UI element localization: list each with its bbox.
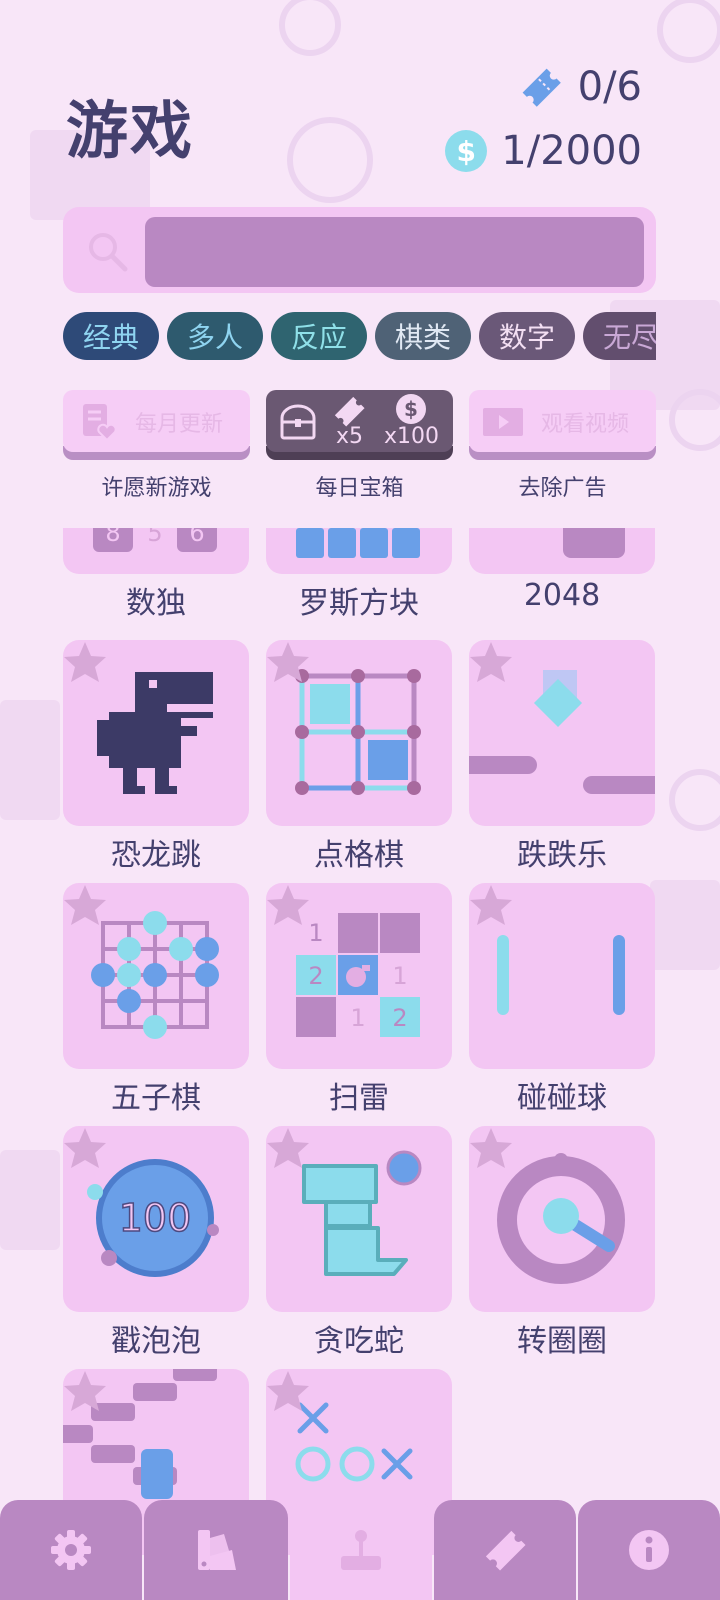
joystick-icon	[341, 1530, 381, 1570]
bubble-value: 100	[119, 1196, 192, 1240]
bottom-tab-bar	[0, 1500, 720, 1600]
star-icon[interactable]	[63, 1369, 107, 1413]
game-name: 罗斯方块	[299, 586, 419, 621]
tab-games[interactable]	[290, 1500, 432, 1600]
category-chip-board[interactable]: 棋类	[375, 312, 471, 360]
star-icon[interactable]	[63, 883, 107, 927]
game-name: 跌跌乐	[517, 838, 607, 873]
sudoku-icon: 8 5 6	[93, 528, 217, 552]
gear-icon	[51, 1530, 91, 1570]
game-name: 2048	[523, 578, 601, 613]
coin-icon: $	[396, 394, 426, 424]
wishlist-icon	[83, 404, 117, 442]
wish-label: 许愿新游戏	[101, 476, 212, 501]
2048-icon	[563, 528, 625, 558]
game-tile-minesweeper[interactable]: 1 2 1 1 2	[266, 883, 452, 1069]
game-name: 恐龙跳	[111, 838, 201, 873]
category-filter: 经典 多人 反应 棋类 数字 无尽	[63, 312, 656, 362]
star-icon[interactable]	[266, 1126, 310, 1170]
page-title: 游戏	[66, 94, 195, 167]
game-tile-falling-block[interactable]	[469, 640, 655, 826]
ticket-icon	[522, 68, 561, 107]
game-tile-gomoku[interactable]	[63, 883, 249, 1069]
category-chip-classic[interactable]: 经典	[63, 312, 159, 360]
tab-themes[interactable]	[144, 1500, 288, 1600]
star-icon[interactable]	[266, 1369, 310, 1413]
chest-coin-count: x100	[384, 424, 440, 449]
game-name: 戳泡泡	[111, 1324, 201, 1359]
mine-count: 1	[392, 962, 407, 990]
ticket-counter[interactable]: 0/6	[518, 64, 642, 110]
category-chip-multiplayer[interactable]: 多人	[167, 312, 263, 360]
search-bar	[63, 207, 656, 293]
sudoku-cell: 8	[105, 528, 120, 547]
ticket-count: 0/6	[577, 64, 642, 110]
star-icon[interactable]	[469, 1126, 513, 1170]
wish-game-button[interactable]: 每月更新	[63, 390, 250, 460]
category-chip-number[interactable]: 数字	[479, 312, 575, 360]
game-name: 五子棋	[111, 1081, 201, 1116]
star-icon[interactable]	[469, 640, 513, 684]
mine-count: 1	[308, 919, 323, 947]
ads-label: 去除广告	[518, 476, 607, 501]
game-tile-sudoku[interactable]: 8 5 6	[63, 528, 249, 574]
game-name: 贪吃蛇	[314, 1324, 404, 1359]
category-chip-endless[interactable]: 无尽	[583, 312, 656, 360]
coin-icon: $	[445, 130, 488, 172]
game-tile-dino[interactable]	[63, 640, 249, 826]
wish-button-text: 每月更新	[135, 412, 224, 437]
video-icon	[483, 408, 523, 436]
star-icon[interactable]	[266, 640, 310, 684]
star-icon[interactable]	[63, 640, 107, 684]
ticket-icon	[485, 1530, 526, 1571]
sudoku-cell: 5	[147, 528, 162, 547]
star-icon[interactable]	[266, 883, 310, 927]
game-tile-bubble[interactable]: 100	[63, 1126, 249, 1312]
star-icon[interactable]	[469, 883, 513, 927]
remove-ads-button[interactable]: 观看视频	[469, 390, 656, 460]
game-tile-tetris[interactable]	[266, 528, 452, 574]
game-name: 转圈圈	[517, 1324, 607, 1359]
game-grid: 8 5 6 数独 罗斯方块 2048 恐龙跳 点格棋 跌跌乐 五子棋 1 2 1…	[0, 528, 720, 1600]
game-tile-circle-spin[interactable]	[469, 1126, 655, 1312]
chest-ticket-count: x5	[336, 424, 364, 449]
game-tile-dots-and-boxes[interactable]	[266, 640, 452, 826]
ads-button-text: 观看视频	[541, 412, 630, 437]
game-name: 碰碰球	[517, 1081, 607, 1116]
daily-chest-button[interactable]: x5 $ x100	[266, 390, 453, 460]
mine-count: 2	[392, 1004, 407, 1032]
mine-count: 2	[308, 962, 323, 990]
search-icon[interactable]	[85, 229, 129, 273]
info-icon	[629, 1530, 669, 1570]
game-tile-snake[interactable]	[266, 1126, 452, 1312]
mine-count: 1	[350, 1004, 365, 1032]
treasure-chest-icon	[280, 404, 316, 440]
search-input[interactable]	[145, 217, 644, 287]
tetris-icon	[296, 528, 420, 558]
chest-label: 每日宝箱	[315, 476, 404, 501]
game-tile-2048[interactable]	[469, 528, 655, 574]
tab-info[interactable]	[578, 1500, 720, 1600]
category-chip-reaction[interactable]: 反应	[271, 312, 367, 360]
star-icon[interactable]	[63, 1126, 107, 1170]
game-tile-pong[interactable]	[469, 883, 655, 1069]
coin-counter[interactable]: $ 1/2000	[445, 128, 642, 174]
coin-count: 1/2000	[501, 128, 642, 174]
tab-tickets[interactable]	[434, 1500, 576, 1600]
palette-icon	[198, 1530, 236, 1570]
game-name: 扫雷	[329, 1081, 389, 1116]
sudoku-cell: 6	[189, 528, 204, 547]
game-name: 数独	[126, 586, 186, 621]
ticket-icon	[334, 396, 365, 427]
tab-settings[interactable]	[0, 1500, 142, 1600]
game-name: 点格棋	[314, 838, 404, 873]
